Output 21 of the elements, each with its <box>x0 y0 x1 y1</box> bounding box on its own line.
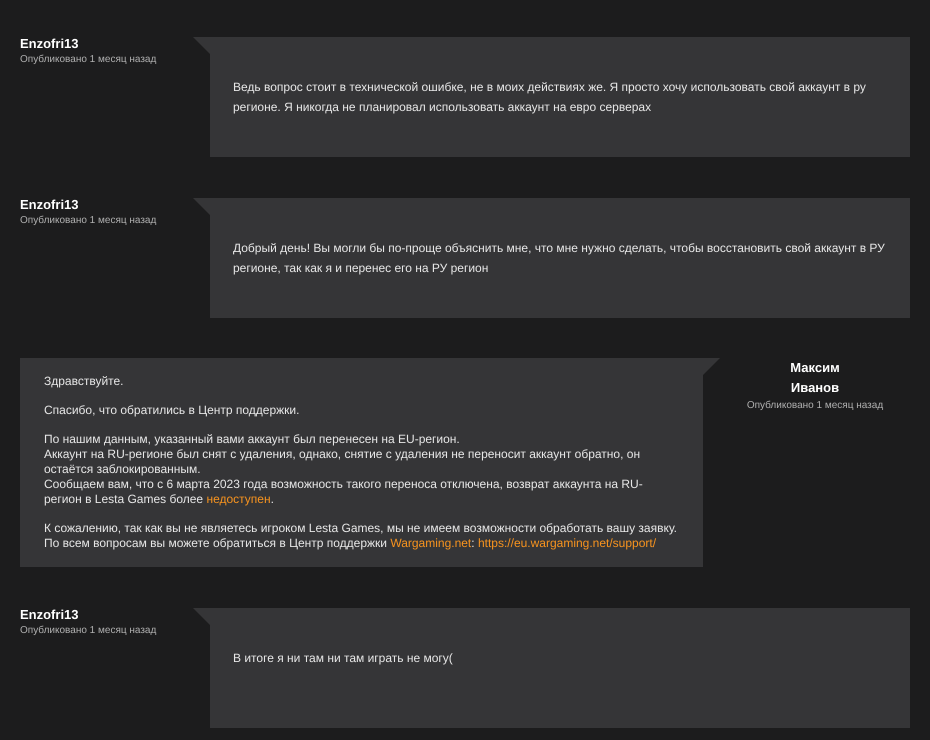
author-name: Enzofri13 <box>20 36 79 52</box>
post-date: Опубликовано 1 месяц назад <box>20 625 156 636</box>
author-name: Enzofri13 <box>20 607 79 623</box>
author-name: Enzofri13 <box>20 197 79 213</box>
message-text: Аккаунт на RU-регионе был снят с удаления, однако, снятие с удаления не переносит аккаунт обратно, он остаётся заблокированным. <box>44 447 642 477</box>
message-text: Сообщаем вам, что с 6 марта 2023 года возможность такого переноса отключена, возврат аккаунта на RU-регион в Lesta Games более недоступен. <box>44 477 644 507</box>
message-text: В итоге я ни там ни там играть не могу( <box>233 650 454 667</box>
message-text: По нашим данным, указанный вами аккаунт был перенесен на EU-регион. <box>44 432 461 447</box>
post-date: Опубликовано 1 месяц назад <box>746 400 884 411</box>
message-text: Добрый день! Вы могли бы по-проще объяснить мне, что мне нужно сделать, чтобы восстановить свой аккаунт в РУ регионе, так как я и перенес его на РУ регион <box>233 240 886 277</box>
link[interactable]: https://eu.wargaming.net/support/ <box>478 536 656 550</box>
message-text: Здравствуйте. <box>44 374 125 389</box>
post-date: Опубликовано 1 месяц назад <box>20 215 156 226</box>
author-name: Максим Иванов <box>789 359 841 397</box>
message-text: Ведь вопрос стоит в технической ошибке, не в моих действиях же. Я просто хочу использовать свой аккаунт в ру регионе. Я никогда не планировал использовать аккаунт на евро серверах <box>233 79 867 116</box>
message-text: По всем вопросам вы можете обратиться в Центр поддержки Wargaming.net: https://eu.wargaming.net/support/ <box>44 536 658 551</box>
message-text: К сожалению, так как вы не являетесь игроком Lesta Games, мы не имеем возможности обработать вашу заявку. <box>44 521 678 536</box>
message-text: Спасибо, что обратились в Центр поддержки. <box>44 403 300 418</box>
post-date: Опубликовано 1 месяц назад <box>20 54 156 65</box>
link[interactable]: недоступен <box>206 492 271 506</box>
link[interactable]: Wargaming.net <box>390 536 472 550</box>
